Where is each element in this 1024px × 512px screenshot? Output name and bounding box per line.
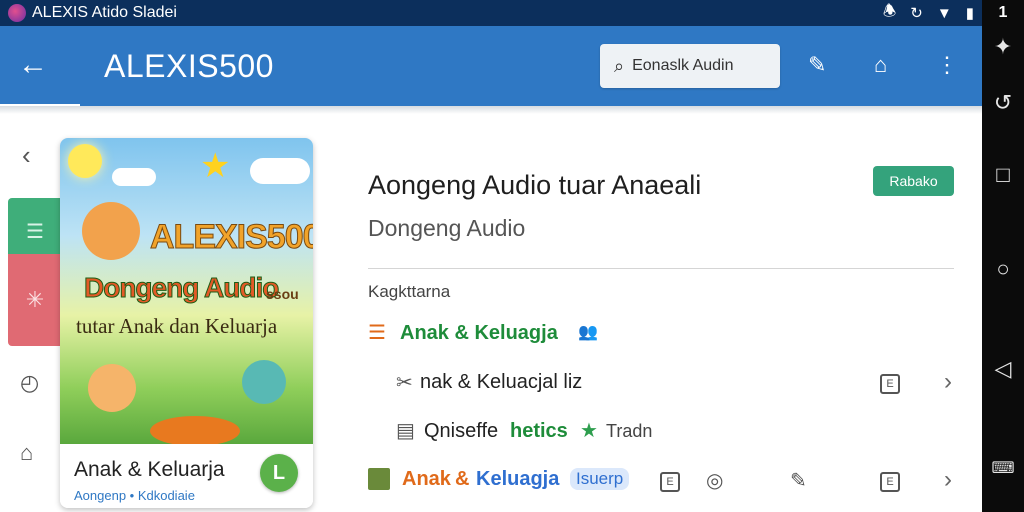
child-illustration (82, 202, 140, 260)
left-rail: ‹ ☰ ✳ ◴ ⌂ (0, 114, 62, 512)
search-field[interactable]: ⌕ Eonaslk Audin (600, 44, 780, 88)
app-title: ALEXIS500 (104, 48, 274, 84)
back-nav-icon[interactable]: ◁ (982, 356, 1024, 382)
gesture-icon[interactable]: ↺ (982, 90, 1024, 116)
search-label: Eonaslk Audin (632, 57, 734, 74)
sun-illustration (68, 144, 102, 178)
cover-footer: Anak & Keluarja Aongenp • Kdkodiaie L (60, 444, 313, 508)
bell-icon[interactable]: ⌂ (874, 52, 887, 78)
row-title: Anak & Keluagja (400, 322, 558, 344)
section-label: Kagkttarna (368, 282, 451, 301)
status-icons: 🕭 ↻ ▼ ▮ (883, 1, 974, 26)
cloud-illustration (250, 158, 310, 184)
home-rail-icon[interactable]: ⌂ (20, 440, 33, 466)
status-bar: ALEXIS Atido Sladei 🕭 ↻ ▼ ▮ (0, 0, 982, 26)
rail-tab-favorites[interactable]: ✳ (8, 254, 62, 346)
star-icon: ★ (580, 420, 598, 442)
status-title: ALEXIS Atido Sladei (32, 4, 177, 21)
back-arrow-icon[interactable]: ← (18, 48, 48, 82)
cover-tag: ssou (266, 286, 299, 302)
box-icon[interactable]: E (660, 472, 680, 492)
cover-art: ★ ALEXIS500 Dongeng Audio ssou tutar Ana… (60, 138, 313, 446)
row-title: nak & Keluacjal liz (420, 371, 583, 393)
cover-subtitle: Dongeng Audio (83, 272, 279, 304)
notification-icon: 🕭 (882, 2, 897, 20)
calendar-icon: ▤ (396, 420, 415, 442)
history-icon[interactable]: ◴ (20, 370, 39, 396)
row-title-b: hetics (510, 420, 568, 442)
thumbnail-icon (368, 468, 390, 490)
chevron-right-icon[interactable]: › (944, 466, 952, 494)
attachment-icon: ✂ (396, 372, 413, 394)
sync-icon: ↻ (910, 5, 923, 22)
sparkle-icon: ✳ (25, 287, 45, 312)
swirl-icon[interactable]: ◎ (706, 468, 723, 493)
cover-name: Anak & Keluarja (74, 458, 225, 481)
row-title-a: Qniseffe (424, 420, 499, 442)
detail-title: Aongeng Audio tuar Anaeali (368, 170, 702, 200)
cover-meta: Aongenp • Kdkodiaie (74, 488, 195, 503)
stack-icon: ☰ (368, 322, 386, 344)
hill-illustration (150, 416, 240, 446)
girl-illustration (88, 364, 136, 412)
edit-icon[interactable]: ✎ (808, 52, 826, 78)
square-icon[interactable]: E (880, 472, 900, 492)
album-cover-card[interactable]: ★ ALEXIS500 Dongeng Audio ssou tutar Ana… (60, 138, 313, 508)
square-icon[interactable]: E (880, 374, 900, 394)
app-bar: ← ALEXIS500 ⌕ Eonaslk Audin ✎ ⌂ ⋮ (0, 26, 982, 108)
recents-icon[interactable]: □ (982, 162, 1024, 188)
row-title-c: Tradn (606, 421, 653, 441)
collapse-chevron-icon[interactable]: ‹ (22, 140, 31, 171)
keyboard-icon[interactable]: ⌨ (982, 458, 1024, 478)
row-amp: & (455, 468, 470, 490)
status-badge[interactable]: Rabako (873, 166, 954, 196)
wifi-icon: ▼ (936, 4, 952, 22)
row-tag: Isuerp (570, 468, 630, 490)
pin-icon[interactable]: ✦ (982, 34, 1024, 60)
app-bar-shadow (0, 106, 982, 114)
cover-tagline: tutar Anak dan Keluarja (76, 314, 278, 338)
cover-title: ALEXIS500 (150, 218, 313, 257)
battery-icon: ▮ (965, 5, 974, 22)
divider (368, 268, 954, 269)
more-options-icon[interactable]: ⋮ (936, 52, 958, 78)
star-illustration: ★ (200, 147, 231, 185)
clock: 1 (998, 4, 1008, 21)
system-nav-bar: 1 ✦ ↺ □ ○ ◁ ⌨ (982, 0, 1024, 512)
app-icon (8, 4, 26, 22)
detail-subtitle: Dongeng Audio (368, 215, 526, 241)
search-icon: ⌕ (614, 55, 625, 76)
list-icon: ☰ (26, 221, 44, 243)
chevron-right-icon[interactable]: › (944, 368, 952, 396)
play-button[interactable]: L (260, 454, 298, 492)
people-icon: 👥 (578, 324, 598, 341)
home-icon[interactable]: ○ (982, 256, 1024, 282)
row-title-b: Keluagja (476, 468, 560, 490)
pencil-icon[interactable]: ✎ (790, 468, 807, 493)
play-icon: L (272, 462, 286, 484)
cloud-illustration (112, 168, 156, 186)
row-title-a: Anak (402, 468, 451, 490)
elephant-illustration (242, 360, 286, 404)
